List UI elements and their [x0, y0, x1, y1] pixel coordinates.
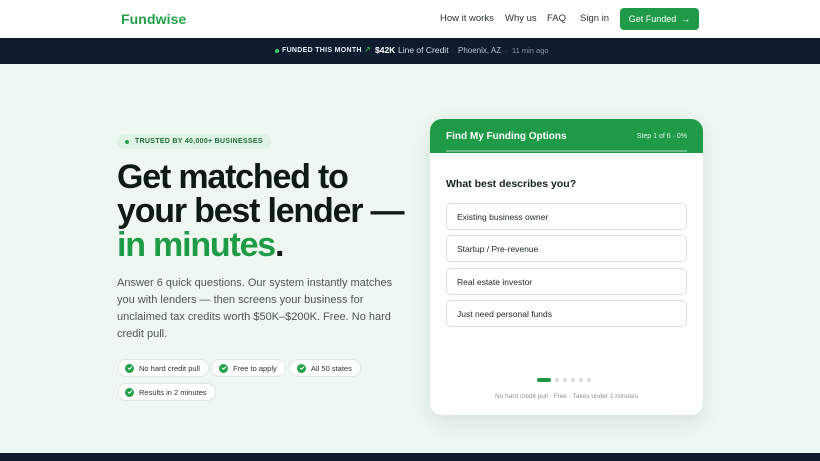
check-circle-icon — [219, 363, 228, 373]
card-title: Find My Funding Options — [446, 131, 567, 142]
check-circle-icon — [125, 363, 134, 373]
next-section-edge — [0, 453, 820, 461]
funding-ticker: FUNDED THIS MONTH ↗ $42K Line of Credit … — [0, 38, 820, 64]
check-circle-icon — [125, 387, 134, 397]
option-personal-funds[interactable]: Just need personal funds — [446, 300, 687, 327]
check-circle-icon — [297, 363, 306, 373]
progress-bar — [446, 150, 687, 152]
step-dot — [563, 378, 567, 382]
funding-quiz-card: Find My Funding Options Step 1 of 6 · 0%… — [430, 119, 703, 415]
ticker-label: FUNDED THIS MONTH — [282, 46, 362, 54]
option-existing-business[interactable]: Existing business owner — [446, 203, 687, 230]
ticker-product: Line of Credit — [398, 45, 449, 55]
ticker-time: 11 min ago — [512, 46, 549, 55]
option-startup[interactable]: Startup / Pre-revenue — [446, 235, 687, 262]
badge-dot-icon — [125, 139, 129, 144]
feature-chip-label: All 50 states — [311, 363, 352, 373]
headline-line-1: Get matched to — [117, 158, 349, 196]
ticker-separator: · — [451, 46, 454, 55]
live-dot-icon — [275, 49, 279, 53]
step-dot — [579, 378, 583, 382]
ticker-location: Phoenix, AZ — [458, 45, 502, 55]
step-dot — [571, 378, 575, 382]
ticker-amount: $42K — [375, 45, 396, 55]
logo[interactable]: Fundwise — [121, 11, 186, 27]
nav-link-how-it-works[interactable]: How it works — [440, 13, 494, 24]
feature-chip-label: Free to apply — [233, 363, 277, 373]
nav-link-sign-in[interactable]: Sign in — [580, 13, 609, 24]
feature-chip: All 50 states — [289, 359, 361, 377]
card-header: Find My Funding Options Step 1 of 6 · 0% — [430, 119, 703, 153]
trend-up-icon: ↗ — [364, 45, 371, 54]
card-footnote: No hard credit pull · Free · Takes under… — [495, 393, 638, 400]
step-dot — [587, 378, 591, 382]
option-real-estate[interactable]: Real estate investor — [446, 268, 687, 295]
feature-chip: Results in 2 minutes — [117, 383, 216, 401]
headline-line-2: your best lender — — [117, 192, 405, 230]
headline-period: . — [275, 226, 284, 264]
trust-badge-text: TRUSTED BY 40,000+ BUSINESSES — [135, 138, 263, 145]
quiz-question: What best describes you? — [446, 178, 577, 190]
top-nav: Fundwise How it works Why us FAQ Sign in… — [0, 0, 820, 38]
feature-chip-label: No hard credit pull — [139, 363, 200, 373]
nav-link-faq[interactable]: FAQ — [547, 13, 566, 24]
hero-headline: Get matched to your best lender — in min… — [117, 160, 417, 262]
headline-accent: in minutes — [117, 226, 276, 264]
arrow-right-icon: → — [681, 14, 691, 24]
get-funded-button[interactable]: Get Funded → — [620, 8, 699, 30]
step-dot-active — [537, 378, 551, 382]
ticker-separator: · — [505, 46, 508, 55]
trust-badge: TRUSTED BY 40,000+ BUSINESSES — [117, 134, 271, 149]
hero-subtext: Answer 6 quick questions. Our system ins… — [117, 277, 393, 340]
feature-chip: Free to apply — [211, 359, 286, 377]
step-indicator: Step 1 of 6 · 0% — [636, 133, 687, 140]
feature-chip-label: Results in 2 minutes — [139, 387, 207, 397]
step-dot — [555, 378, 559, 382]
feature-chip: No hard credit pull — [117, 359, 209, 377]
get-funded-label: Get Funded — [628, 14, 677, 24]
step-dots — [537, 378, 591, 382]
nav-link-why-us[interactable]: Why us — [505, 13, 537, 24]
